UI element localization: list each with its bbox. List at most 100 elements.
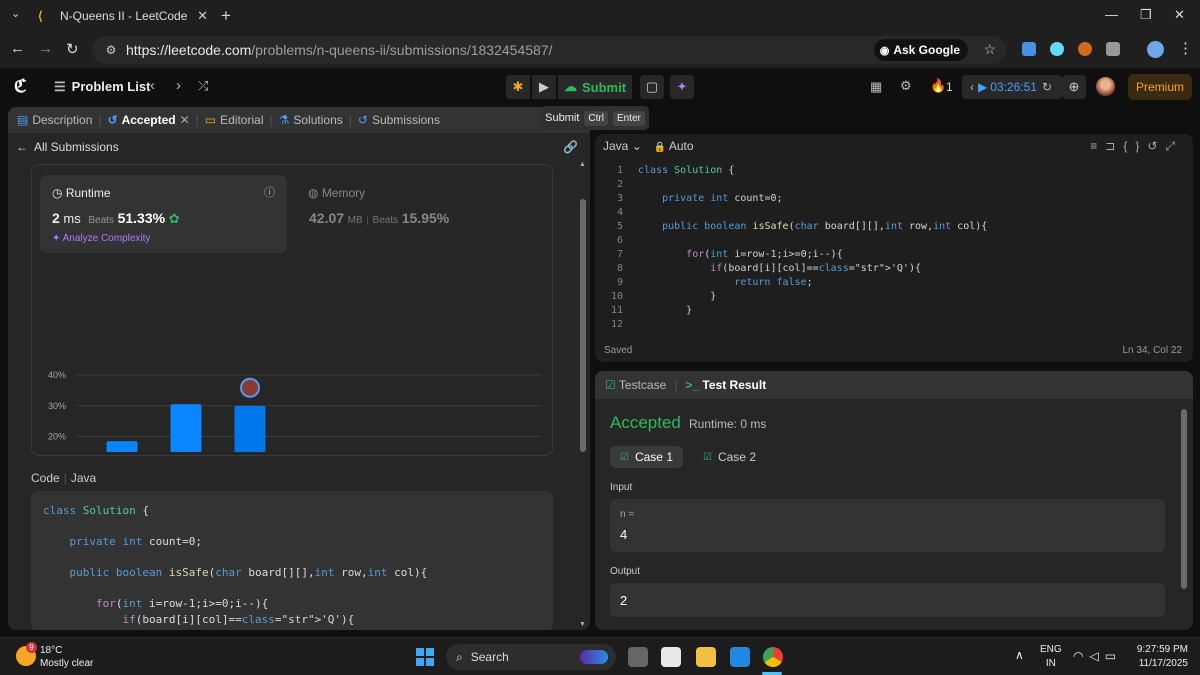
close-window-icon[interactable]: ✕ xyxy=(1174,7,1185,23)
volume-icon[interactable]: ◁ xyxy=(1089,649,1104,663)
close-tab-accepted-icon[interactable]: ✕ xyxy=(180,113,190,127)
editor-line[interactable] xyxy=(638,318,987,332)
vscode-icon[interactable] xyxy=(730,647,750,667)
chart-bar[interactable] xyxy=(106,441,138,452)
editor-line[interactable]: if(board[i][col]==class="str">'Q'){ xyxy=(638,262,987,276)
case-2-tab[interactable]: ☑ Case 2 xyxy=(703,446,756,468)
editor-line[interactable] xyxy=(638,234,987,248)
wifi-icon[interactable]: ◠ xyxy=(1073,649,1089,663)
tab-list-chevron-icon[interactable]: ⌄ xyxy=(11,7,20,20)
timer-prev-icon[interactable]: ‹ xyxy=(970,80,974,94)
react-devtools-icon[interactable] xyxy=(1050,42,1064,56)
tab-accepted[interactable]: ↺ Accepted ✕ xyxy=(108,113,190,127)
editor-code[interactable]: class Solution { private int count=0; pu… xyxy=(638,164,987,332)
settings-gear-icon[interactable]: ⚙ xyxy=(900,78,912,94)
timer[interactable]: ‹ ▶ 03:26:51 ↻ xyxy=(962,75,1062,99)
editor-line[interactable]: } xyxy=(638,304,987,318)
new-tab-icon[interactable]: + xyxy=(221,6,231,26)
tab-solutions[interactable]: ⚗ Solutions xyxy=(279,113,343,127)
cookie-extension-icon[interactable] xyxy=(1078,42,1092,56)
language-indicator[interactable]: ENG IN xyxy=(1040,643,1062,671)
scroll-up-icon[interactable]: ▲ xyxy=(579,161,586,168)
scroll-down-icon[interactable]: ▼ xyxy=(579,621,586,628)
battery-icon[interactable]: ▭ xyxy=(1105,649,1122,663)
windows-start-icon[interactable] xyxy=(416,648,434,666)
tab-testcase[interactable]: ☑ Testcase xyxy=(605,378,666,392)
close-tab-icon[interactable]: ✕ xyxy=(197,8,208,24)
run-icon[interactable]: ▶ xyxy=(532,75,556,99)
extension-1-icon[interactable] xyxy=(1022,42,1036,56)
reload-icon[interactable]: ↻ xyxy=(66,40,79,58)
clock[interactable]: 9:27:59 PM 11/17/2025 xyxy=(1137,643,1188,671)
url-text[interactable]: https://leetcode.com/problems/n-queens-i… xyxy=(126,42,552,58)
code-editor[interactable]: Java ⌄ 🔒 Auto ≡⊐{}↺⤢ 1 2 3 4 5 6 7 8 9 10 11 12 cla… xyxy=(595,134,1193,362)
file-explorer-icon[interactable] xyxy=(696,647,716,667)
user-avatar[interactable] xyxy=(1096,77,1115,96)
tab-test-result[interactable]: >_ Test Result xyxy=(685,378,766,392)
debug-icon[interactable]: ✱ xyxy=(506,75,530,99)
next-problem-icon[interactable]: › xyxy=(176,77,181,94)
editor-line[interactable]: for(int i=row-1;i>=0;i--){ xyxy=(638,248,987,262)
copilot-icon[interactable] xyxy=(580,650,608,664)
task-view-icon[interactable] xyxy=(628,647,648,667)
chart-bar[interactable] xyxy=(170,404,202,452)
ai-sparkle-icon[interactable]: ✦ xyxy=(670,75,694,99)
tab-description[interactable]: ▤ Description xyxy=(17,113,92,127)
back-icon[interactable]: ← xyxy=(10,40,25,57)
share-link-icon[interactable]: 🔗 xyxy=(563,140,578,154)
browser-tab[interactable]: ⟨ N-Queens II - LeetCode ✕ xyxy=(32,0,214,32)
editor-line[interactable]: } xyxy=(638,290,987,304)
case-1-tab[interactable]: ☑ Case 1 xyxy=(610,446,683,468)
camera-app-icon[interactable] xyxy=(661,647,681,667)
auto-mode[interactable]: 🔒 Auto xyxy=(654,139,694,153)
tab-submissions[interactable]: ↺ Submissions xyxy=(358,113,440,127)
problem-list-link[interactable]: ☰ Problem List xyxy=(54,79,150,95)
site-info-icon[interactable]: ⚙ xyxy=(98,43,124,57)
input-label: Input xyxy=(610,482,633,493)
runtime-card[interactable]: ◷ Runtime ⓘ 2 ms Beats 51.33% ✿ ✦ Analyz… xyxy=(40,175,287,253)
tray-expand-icon[interactable]: ∧ xyxy=(1015,648,1024,662)
layout-icon[interactable]: ▦ xyxy=(870,79,882,95)
chrome-icon[interactable] xyxy=(763,647,783,667)
editor-line[interactable]: private int count=0; xyxy=(638,192,987,206)
left-scrollbar[interactable]: ▲ ▼ xyxy=(579,161,586,629)
profile-avatar[interactable] xyxy=(1147,41,1164,58)
braces-icon[interactable]: {} xyxy=(1123,139,1147,153)
bookmark-star-icon[interactable]: ☆ xyxy=(983,41,996,58)
editor-line[interactable]: return false; xyxy=(638,276,987,290)
analyze-complexity-link[interactable]: ✦ Analyze Complexity xyxy=(52,233,150,244)
info-icon[interactable]: ⓘ xyxy=(264,184,275,200)
minimize-icon[interactable]: — xyxy=(1105,7,1118,22)
restore-icon[interactable]: ❐ xyxy=(1140,7,1152,23)
weather-widget[interactable]: 9 18°C Mostly clear xyxy=(12,642,93,670)
leetcode-logo-icon[interactable]: ℭ xyxy=(14,76,27,97)
test-scroll-thumb[interactable] xyxy=(1181,409,1187,589)
editor-line[interactable] xyxy=(638,178,987,192)
editor-line[interactable]: public boolean isSafe(char board[][],int… xyxy=(638,220,987,234)
streak-fire-icon[interactable]: 🔥 xyxy=(930,78,946,94)
language-selector[interactable]: Java ⌄ xyxy=(603,139,642,153)
omnibox[interactable]: ⚙ https://leetcode.com/problems/n-queens… xyxy=(92,36,1006,64)
prev-problem-icon[interactable]: ‹ xyxy=(150,77,155,94)
premium-button[interactable]: Premium xyxy=(1128,74,1192,100)
editor-line[interactable] xyxy=(638,206,987,220)
submit-button[interactable]: ☁ Submit xyxy=(558,75,632,99)
tab-editorial[interactable]: ▭ Editorial xyxy=(205,113,264,127)
add-friend-icon[interactable]: ⊕ xyxy=(1062,75,1086,99)
format-icon[interactable]: ≡ xyxy=(1090,139,1105,153)
chart-bar[interactable] xyxy=(234,405,266,452)
notes-icon[interactable]: ▢ xyxy=(640,75,664,99)
all-submissions-link[interactable]: ← All Submissions xyxy=(8,133,590,161)
timer-play-icon[interactable]: ▶ xyxy=(978,80,987,94)
browser-menu-icon[interactable]: ⋮ xyxy=(1178,39,1193,57)
left-scroll-thumb[interactable] xyxy=(580,199,586,452)
forward-icon[interactable]: → xyxy=(38,40,53,57)
undo-icon[interactable]: ↺ xyxy=(1147,139,1165,153)
editor-line[interactable]: class Solution { xyxy=(638,164,987,178)
timer-reset-icon[interactable]: ↻ xyxy=(1042,80,1052,94)
shuffle-icon[interactable]: ⤮ xyxy=(198,78,208,94)
extensions-puzzle-icon[interactable] xyxy=(1106,42,1120,56)
bookmark-icon[interactable]: ⊐ xyxy=(1105,139,1123,153)
ask-google-button[interactable]: ◉ Ask Google xyxy=(873,39,968,61)
expand-icon[interactable]: ⤢ xyxy=(1165,139,1183,153)
